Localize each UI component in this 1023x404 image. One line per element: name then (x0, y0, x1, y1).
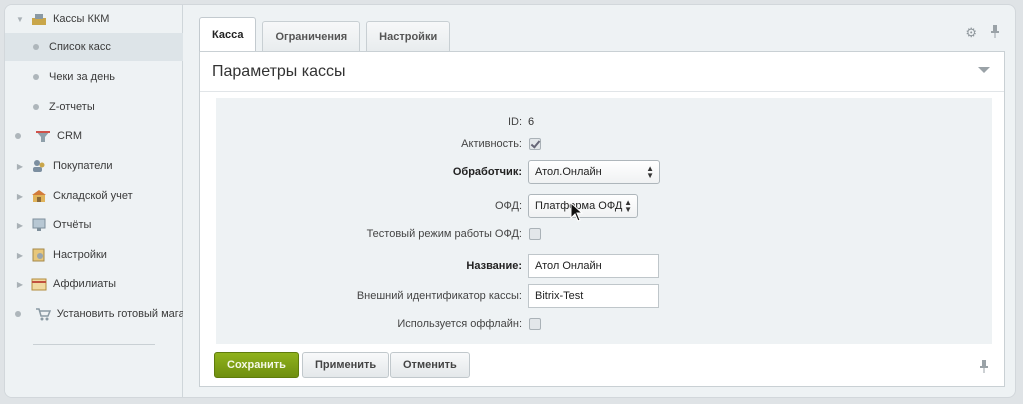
affiliates-icon (31, 277, 47, 291)
panel-title: Параметры кассы (212, 62, 346, 80)
bullet-icon (15, 311, 21, 317)
row-name: Название: (216, 254, 992, 278)
tab-bar: Касса Ограничения Настройки (199, 17, 456, 51)
test-mode-checkbox[interactable] (529, 228, 541, 240)
bullet-icon (33, 44, 39, 50)
handler-label: Обработчик: (452, 166, 522, 178)
reports-icon (31, 218, 47, 232)
bullet-icon (15, 133, 21, 139)
app-window: ▼ Кассы ККМ Список касс Чеки за день Z-о… (4, 4, 1016, 398)
handler-select[interactable]: Атол.Онлайн ▲ ▼ (528, 160, 660, 184)
crm-filter-icon (35, 129, 51, 143)
sidebar-item-otchety[interactable]: ▶ Отчёты (5, 211, 183, 239)
bullet-icon (33, 104, 39, 110)
mouse-cursor-icon (570, 202, 584, 222)
main-content: Касса Ограничения Настройки ⚙ Параметры … (187, 5, 1015, 397)
ofd-label: ОФД: (494, 200, 522, 212)
sidebar-item-z-otchety[interactable]: Z-отчеты (5, 93, 183, 121)
offline-label: Используется оффлайн: (397, 318, 522, 330)
name-input[interactable] (528, 254, 659, 278)
id-label: ID: (507, 116, 522, 128)
button-bar: Сохранить Применить Отменить (214, 352, 994, 382)
tab-ogranicheniya[interactable]: Ограничения (262, 21, 361, 51)
chevron-right-icon[interactable]: ▶ (13, 162, 27, 171)
gear-icon[interactable]: ⚙ (965, 25, 977, 41)
shop-cart-icon (35, 307, 51, 321)
row-test-mode: Тестовый режим работы ОФД: (216, 222, 992, 246)
sidebar-item-spisok-kass[interactable]: Список касс (5, 33, 183, 61)
row-active: Активность: (216, 132, 992, 156)
sidebar-item-pokupateli[interactable]: ▶ Покупатели (5, 152, 183, 180)
sidebar-item-ustanovit-magazin[interactable]: Установить готовый магаз (5, 300, 183, 328)
warehouse-icon (31, 189, 47, 203)
sidebar-item-label: Покупатели (53, 160, 113, 172)
sidebar-item-label: Аффилиаты (53, 278, 117, 290)
row-id: ID: 6 (216, 110, 992, 134)
chevron-right-icon[interactable]: ▶ (13, 221, 27, 230)
active-checkbox[interactable] (529, 138, 541, 150)
select-arrows-icon: ▲ ▼ (624, 198, 632, 214)
test-mode-label: Тестовый режим работы ОФД: (366, 228, 522, 240)
row-offline: Используется оффлайн: (216, 312, 992, 336)
external-id-label: Внешний идентификатор кассы: (356, 290, 522, 302)
chevron-down-icon[interactable]: ▼ (13, 15, 27, 24)
sidebar-item-nastroyki[interactable]: ▶ Настройки (5, 241, 183, 269)
name-label: Название: (466, 260, 522, 272)
active-label: Активность: (461, 138, 522, 150)
save-button[interactable]: Сохранить (214, 352, 299, 378)
external-id-input[interactable] (528, 284, 659, 308)
chevron-right-icon[interactable]: ▶ (13, 251, 27, 260)
bullet-icon (33, 74, 39, 80)
settings-icon (31, 248, 47, 262)
sidebar-item-crm[interactable]: CRM (5, 122, 183, 150)
row-ofd: ОФД: Платформа ОФД ▲ ▼ (216, 194, 992, 218)
sidebar-item-label: Кассы ККМ (53, 13, 110, 25)
sidebar-item-cheki-za-den[interactable]: Чеки за день (5, 63, 183, 91)
id-value: 6 (528, 116, 535, 128)
row-handler: Обработчик: Атол.Онлайн ▲ ▼ (216, 160, 992, 184)
tab-kassa[interactable]: Касса (199, 17, 257, 51)
form-area: ID: 6 Активность: Обработчик: Атол.Онлай… (216, 98, 992, 344)
sidebar-item-label: CRM (57, 130, 83, 142)
tab-nastroyki[interactable]: Настройки (366, 21, 451, 51)
offline-checkbox[interactable] (529, 318, 541, 330)
chevron-right-icon[interactable]: ▶ (13, 192, 27, 201)
row-external-id: Внешний идентификатор кассы: (216, 284, 992, 308)
sidebar-item-label: Отчёты (53, 219, 92, 231)
pin-icon[interactable] (991, 25, 999, 41)
sidebar-item-affiliaty[interactable]: ▶ Аффилиаты (5, 270, 183, 298)
handler-selected-value: Атол.Онлайн (535, 166, 602, 178)
sidebar-item-kassy-kkm[interactable]: ▼ Кассы ККМ (5, 5, 183, 33)
panel-header: Параметры кассы (200, 52, 1004, 92)
sidebar-item-label: Чеки за день (49, 71, 116, 83)
settings-panel: Параметры кассы ID: 6 Активность: Обрабо… (199, 51, 1005, 387)
sidebar-item-label: Настройки (53, 249, 107, 261)
cancel-button[interactable]: Отменить (390, 352, 470, 378)
sidebar-item-label: Установить готовый магаз (56, 308, 183, 320)
select-arrows-icon: ▲ ▼ (646, 164, 654, 180)
pin-icon[interactable] (980, 360, 988, 376)
collapse-icon[interactable] (978, 67, 990, 73)
sidebar: ▼ Кассы ККМ Список касс Чеки за день Z-о… (5, 5, 183, 397)
cash-register-icon (31, 12, 47, 26)
sidebar-item-label: Список касс (49, 41, 111, 53)
apply-button[interactable]: Применить (302, 352, 390, 378)
customers-icon (31, 159, 47, 173)
sidebar-item-label: Z-отчеты (49, 101, 95, 113)
sidebar-item-skladskoy-uchet[interactable]: ▶ Складской учет (5, 182, 183, 210)
chevron-right-icon[interactable]: ▶ (13, 280, 27, 289)
sidebar-divider (33, 344, 155, 345)
sidebar-item-label: Складской учет (53, 190, 133, 202)
panel-tools: ⚙ (965, 25, 999, 41)
